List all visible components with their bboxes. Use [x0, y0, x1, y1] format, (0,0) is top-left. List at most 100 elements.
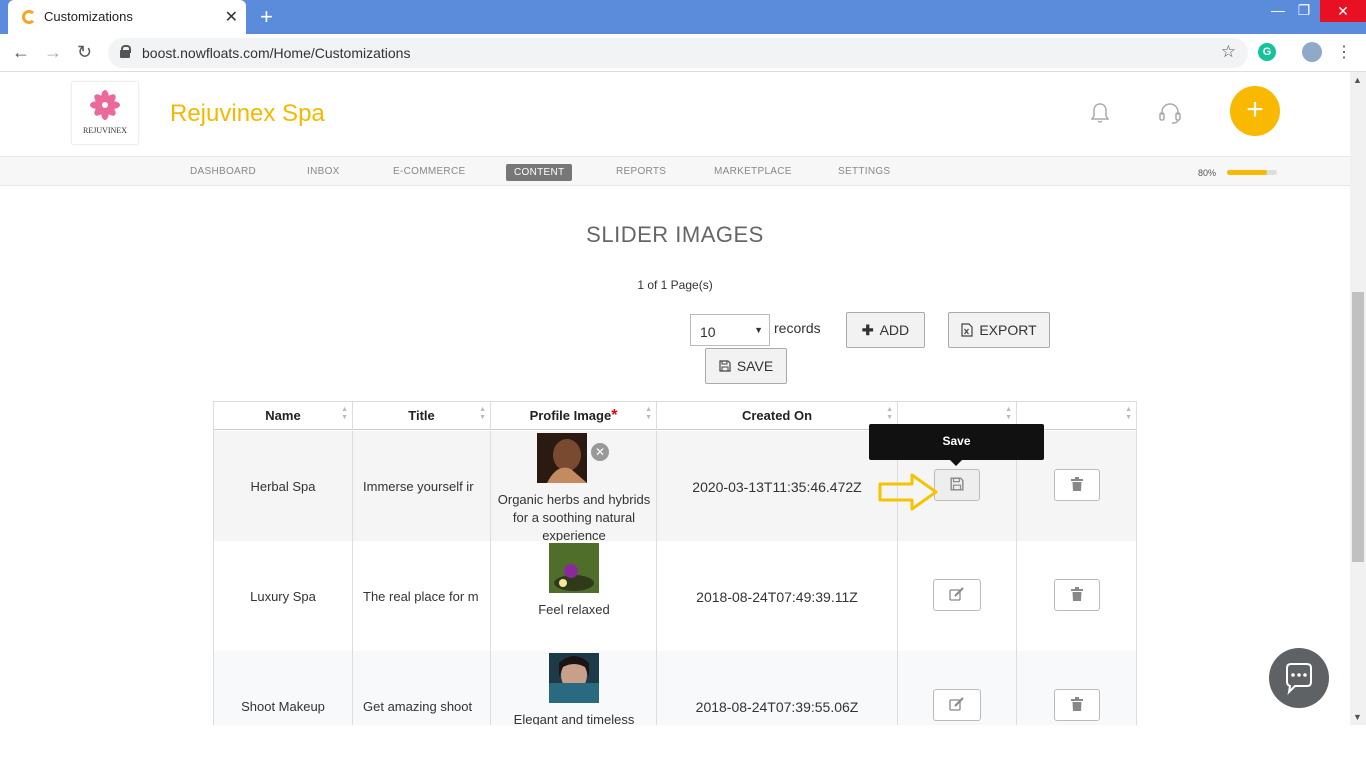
browser-tab-strip: Customizations ✕ + — ❐ ✕	[0, 0, 1366, 34]
slide-thumbnail[interactable]	[537, 433, 587, 483]
edit-icon	[949, 587, 964, 601]
browser-toolbar: ← → ↻ boost.nowfloats.com/Home/Customiza…	[0, 34, 1366, 72]
sort-icon: ▲ ▼	[886, 406, 893, 421]
grammarly-extension-icon[interactable]: G	[1258, 43, 1276, 61]
records-label: records	[774, 320, 821, 336]
main-nav: DASHBOARD INBOX E-COMMERCE CONTENT REPOR…	[0, 156, 1350, 186]
lock-icon	[120, 45, 131, 58]
tooltip-arrow	[950, 460, 962, 466]
chat-widget-button[interactable]	[1269, 648, 1329, 708]
sort-icon: ▲ ▼	[1125, 406, 1132, 421]
page-size-value: 10	[700, 324, 716, 340]
column-header-created-on[interactable]: Created On ▲ ▼	[657, 402, 898, 430]
remove-image-icon[interactable]: ✕	[591, 443, 609, 461]
save-button[interactable]: SAVE	[705, 348, 787, 384]
column-header-title[interactable]: Title ▲ ▼	[353, 402, 491, 430]
nav-dashboard[interactable]: DASHBOARD	[190, 166, 256, 177]
table-row: Luxury Spa The real place for m Feel rel…	[214, 541, 1136, 651]
floppy-disk-icon	[719, 360, 731, 372]
profile-avatar[interactable]	[1302, 42, 1322, 62]
cell-edit	[898, 541, 1017, 651]
address-bar[interactable]: boost.nowfloats.com/Home/Customizations …	[108, 38, 1248, 68]
sort-icon: ▲ ▼	[341, 406, 348, 421]
cell-delete	[1017, 651, 1136, 725]
cell-name: Shoot Makeup	[214, 651, 353, 725]
row-delete-button[interactable]	[1054, 689, 1100, 721]
nav-settings[interactable]: SETTINGS	[838, 166, 890, 177]
bell-icon[interactable]	[1090, 102, 1110, 124]
floppy-disk-icon	[950, 477, 964, 491]
nav-ecommerce[interactable]: E-COMMERCE	[393, 166, 465, 177]
cell-edit	[898, 651, 1017, 725]
cell-created-on: 2018-08-24T07:39:55.06Z	[657, 651, 898, 725]
caret-down-icon: ▼	[754, 325, 763, 335]
back-icon[interactable]: ←	[12, 42, 30, 63]
scroll-thumb[interactable]	[1352, 292, 1364, 562]
restore-button[interactable]: ❐	[1289, 2, 1319, 19]
window-close-button[interactable]: ✕	[1320, 0, 1366, 22]
url-text[interactable]: boost.nowfloats.com/Home/Customizations	[142, 45, 410, 61]
cell-title: Immerse yourself ir	[353, 431, 491, 541]
sort-icon: ▲ ▼	[645, 406, 652, 421]
cell-created-on: 2020-03-13T11:35:46.472Z	[657, 431, 898, 541]
scroll-up-icon[interactable]: ▲	[1353, 75, 1362, 85]
row-edit-button[interactable]	[933, 689, 981, 721]
cell-name: Herbal Spa	[214, 431, 353, 541]
column-header-profile-image[interactable]: Profile Image* ▲ ▼	[491, 402, 657, 430]
nav-inbox[interactable]: INBOX	[307, 166, 340, 177]
nav-content[interactable]: CONTENT	[506, 164, 573, 181]
export-button-label: EXPORT	[979, 322, 1037, 338]
profile-progress-bar	[1227, 170, 1277, 175]
column-header-name[interactable]: Name ▲ ▼	[214, 402, 353, 430]
cell-delete	[1017, 541, 1136, 651]
trash-icon	[1071, 477, 1083, 491]
tab-close-icon[interactable]: ✕	[225, 7, 238, 27]
nav-reports[interactable]: REPORTS	[616, 166, 666, 177]
business-logo[interactable]: REJUVINEX	[72, 82, 138, 144]
slide-thumbnail[interactable]	[549, 543, 599, 593]
nav-marketplace[interactable]: MARKETPLACE	[714, 166, 792, 177]
scroll-down-icon[interactable]: ▼	[1353, 712, 1362, 722]
forward-icon[interactable]: →	[44, 42, 62, 63]
lotus-icon	[90, 90, 120, 120]
sort-icon: ▲ ▼	[1005, 406, 1012, 421]
plus-icon: ✚	[861, 322, 874, 338]
add-button[interactable]: ✚ ADD	[846, 312, 925, 348]
cell-profile-image: Feel relaxed	[491, 541, 657, 651]
cell-profile-image: ✕ Organic herbs and hybrids for a soothi…	[491, 431, 657, 541]
export-button[interactable]: EXPORT	[948, 312, 1050, 348]
save-tooltip: Save	[869, 424, 1044, 460]
reload-icon[interactable]: ↻	[77, 42, 92, 63]
annotation-arrow-icon	[878, 473, 938, 511]
add-button-label: ADD	[879, 322, 910, 338]
chat-icon	[1286, 663, 1312, 695]
profile-progress-label: 80%	[1198, 168, 1217, 178]
trash-icon	[1071, 697, 1083, 711]
table-row: Shoot Makeup Get amazing shoot Elegant a…	[214, 651, 1136, 725]
row-delete-button[interactable]	[1054, 579, 1100, 611]
slide-thumbnail[interactable]	[549, 653, 599, 703]
page-content: REJUVINEX Rejuvinex Spa + DASHBOARD INBO…	[0, 72, 1350, 725]
tab-title: Customizations	[44, 9, 133, 24]
profile-progress-fill	[1227, 170, 1267, 175]
create-plus-button[interactable]: +	[1230, 86, 1280, 136]
headset-icon[interactable]	[1158, 102, 1182, 124]
site-header: REJUVINEX Rejuvinex Spa +	[0, 72, 1350, 156]
logo-text: REJUVINEX	[83, 126, 127, 135]
row-delete-button[interactable]	[1054, 469, 1100, 501]
bookmark-star-icon[interactable]: ☆	[1221, 42, 1236, 62]
new-tab-button[interactable]: +	[260, 4, 273, 30]
pagination-info: 1 of 1 Page(s)	[637, 278, 713, 292]
excel-file-icon	[961, 323, 973, 337]
cell-title: Get amazing shoot	[353, 651, 491, 725]
sort-icon: ▲ ▼	[479, 406, 486, 421]
browser-tab[interactable]: Customizations ✕	[8, 0, 246, 34]
row-edit-button[interactable]	[933, 579, 981, 611]
page-scrollbar[interactable]: ▲ ▼	[1350, 72, 1366, 725]
cell-name: Luxury Spa	[214, 541, 353, 651]
cell-title: The real place for m	[353, 541, 491, 651]
browser-menu-icon[interactable]: ⋮	[1336, 42, 1352, 62]
cell-profile-image: Elegant and timeless	[491, 651, 657, 725]
required-mark: *	[611, 407, 618, 424]
page-size-select[interactable]: 10 ▼	[690, 314, 770, 346]
